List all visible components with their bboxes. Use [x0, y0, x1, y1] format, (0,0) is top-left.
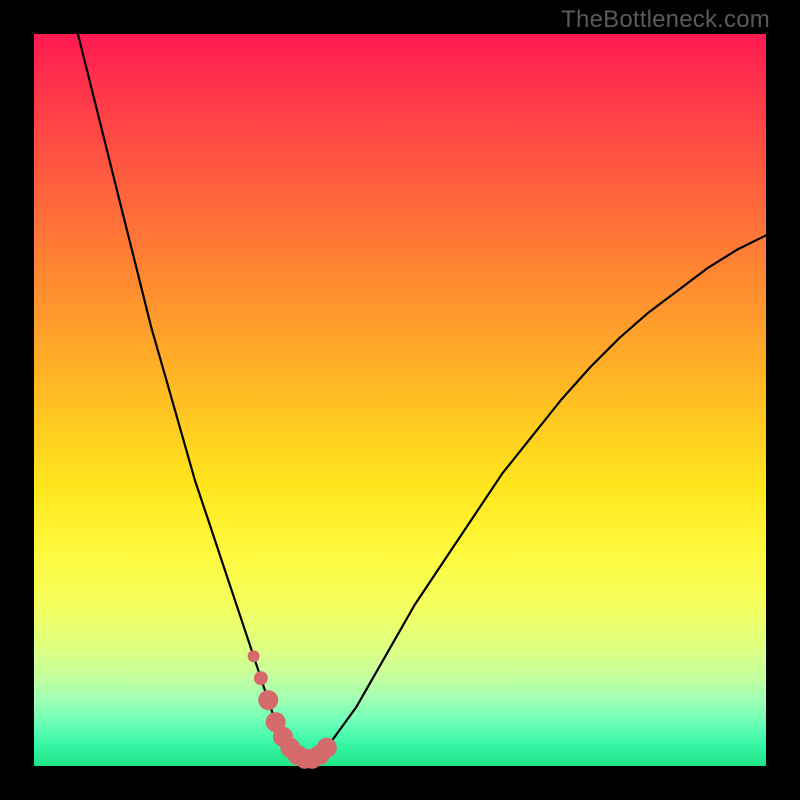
plot-area: [34, 34, 766, 766]
highlight-dot-lead: [248, 650, 260, 662]
highlight-dot: [317, 738, 337, 758]
watermark-text: TheBottleneck.com: [561, 6, 770, 34]
highlight-markers: [248, 650, 337, 769]
highlight-dot: [254, 671, 268, 685]
bottleneck-curve: [34, 34, 766, 766]
curve-path: [78, 34, 766, 759]
chart-frame: TheBottleneck.com: [0, 0, 800, 800]
highlight-dot: [258, 690, 278, 710]
